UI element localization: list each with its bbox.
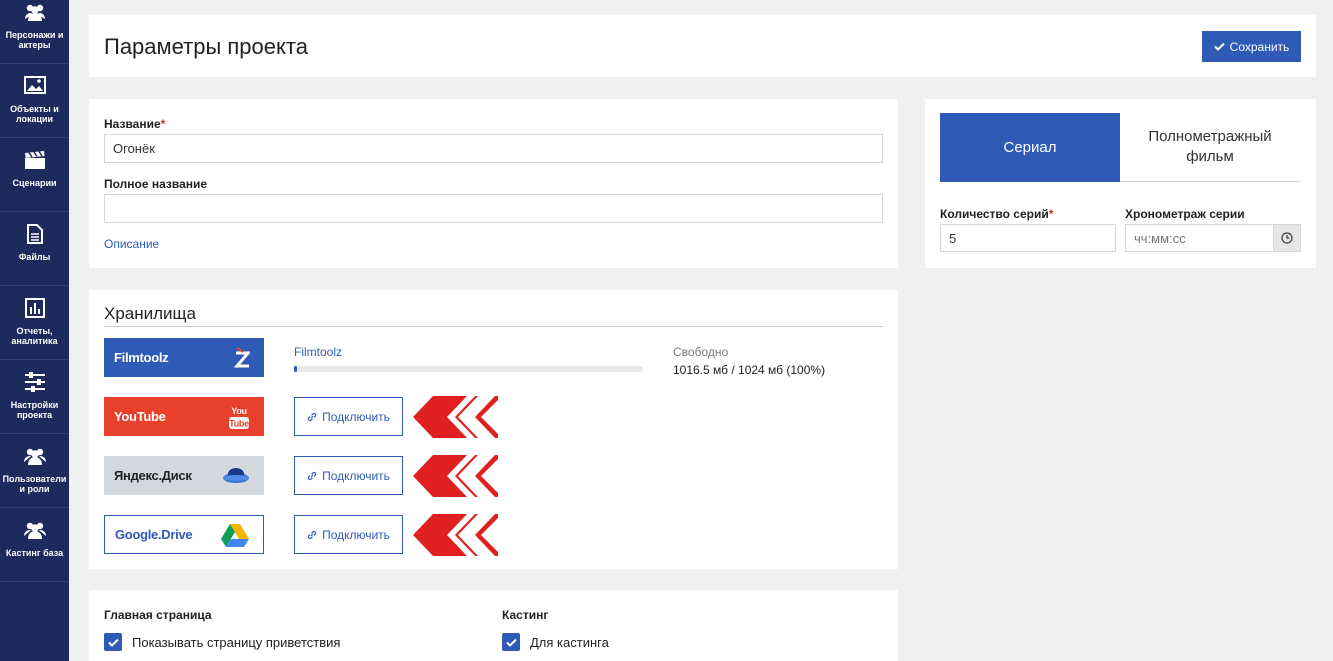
settings-card: Главная страница Показывать страницу при… — [89, 590, 898, 661]
sidebar-item-reports[interactable]: Отчеты, аналитика — [0, 286, 69, 360]
image-icon — [0, 76, 69, 98]
show-welcome-label: Показывать страницу приветствия — [132, 635, 341, 650]
for-casting-label: Для кастинга — [530, 635, 609, 650]
sidebar-item-users[interactable]: Пользователи и роли — [0, 434, 69, 508]
show-welcome-checkbox[interactable] — [104, 633, 122, 651]
service-name: Filmtoolz — [114, 350, 169, 365]
duration-input[interactable] — [1125, 224, 1274, 252]
users-icon — [0, 2, 69, 24]
clock-icon — [1281, 232, 1293, 244]
free-space-label: Свободно — [673, 345, 729, 359]
name-input[interactable] — [104, 134, 883, 163]
google-drive-icon — [221, 523, 249, 547]
tab-series[interactable]: Сериал — [940, 113, 1120, 182]
youtube-logo-icon: You Tube — [229, 406, 249, 429]
connect-label: Подключить — [322, 468, 390, 483]
yandex-disk-icon — [223, 467, 249, 483]
save-button[interactable]: Сохранить — [1202, 31, 1301, 62]
save-button-label: Сохранить — [1229, 39, 1290, 54]
check-icon — [505, 638, 517, 647]
connect-yandex-button[interactable]: Подключить — [294, 456, 403, 495]
clock-button[interactable] — [1273, 224, 1301, 252]
project-info-card: Название* Полное название Описание — [89, 99, 898, 268]
svg-text:You: You — [231, 406, 246, 416]
divider — [104, 326, 883, 327]
sidebar-item-label: Сценарии — [12, 178, 57, 188]
connect-google-button[interactable]: Подключить — [294, 515, 403, 554]
chart-icon — [0, 298, 69, 320]
users-icon — [0, 446, 69, 468]
duration-label: Хронометраж серии — [1125, 207, 1245, 221]
check-icon — [107, 638, 119, 647]
storage-usage-bar — [294, 366, 643, 372]
page-title: Параметры проекта — [104, 34, 308, 59]
check-icon — [1213, 42, 1225, 51]
sidebar-item-label: Отчеты, аналитика — [11, 326, 58, 346]
sidebar-item-settings[interactable]: Настройки проекта — [0, 360, 69, 434]
for-casting-checkbox[interactable] — [502, 633, 520, 651]
arrow-pointer-icon — [413, 514, 498, 556]
sidebar: Персонажи и актеры Объекты и локации Сце… — [0, 0, 69, 661]
free-space-value: 1016.5 мб / 1024 мб (100%) — [673, 363, 826, 377]
sidebar-item-label: Кастинг база — [5, 548, 64, 558]
full-name-label: Полное название — [104, 177, 208, 191]
youtube-service[interactable]: YouTube You Tube — [104, 397, 264, 436]
svg-text:Tube: Tube — [229, 418, 249, 428]
description-link[interactable]: Описание — [104, 237, 159, 251]
project-type-card: Сериал Полнометражный фильм Количество с… — [925, 99, 1316, 268]
tab-feature-film[interactable]: Полнометражный фильм — [1120, 113, 1300, 182]
sidebar-item-objects[interactable]: Объекты и локации — [0, 64, 69, 138]
service-name: Google.Drive — [115, 527, 193, 542]
service-name: Яндекс.Диск — [114, 468, 192, 483]
arrow-pointer-icon — [413, 396, 498, 438]
link-icon — [307, 471, 317, 480]
sidebar-item-label: Настройки проекта — [10, 400, 59, 420]
yandex-disk-service[interactable]: Яндекс.Диск — [104, 456, 264, 495]
service-name: YouTube — [114, 409, 166, 424]
page-header: Параметры проекта Сохранить — [89, 15, 1316, 77]
sidebar-item-files[interactable]: Файлы — [0, 212, 69, 286]
storage-usage-fill — [294, 366, 297, 372]
arrow-pointer-icon — [413, 455, 498, 497]
sidebar-item-scenarios[interactable]: Сценарии — [0, 138, 69, 212]
file-icon — [0, 224, 69, 246]
filmtoolz-storage-name: Filmtoolz — [294, 345, 343, 359]
google-drive-service[interactable]: Google.Drive — [104, 515, 264, 554]
main-page-label: Главная страница — [104, 608, 212, 622]
episodes-label: Количество серий* — [940, 207, 1054, 221]
sliders-icon — [0, 372, 69, 394]
link-icon — [307, 530, 317, 539]
filmtoolz-logo-icon — [234, 346, 250, 367]
connect-label: Подключить — [322, 527, 390, 542]
name-label: Название* — [104, 117, 166, 131]
connect-label: Подключить — [322, 409, 390, 424]
episodes-input[interactable] — [940, 224, 1116, 252]
full-name-input[interactable] — [104, 194, 883, 223]
storage-card: Хранилища Filmtoolz Filmtoolz Свободно 1… — [89, 290, 898, 569]
casting-label: Кастинг — [502, 608, 549, 622]
sidebar-item-label: Пользователи и роли — [2, 474, 67, 494]
sidebar-item-label: Объекты и локации — [10, 104, 59, 124]
sidebar-item-characters[interactable]: Персонажи и актеры — [0, 0, 69, 64]
sidebar-item-casting[interactable]: Кастинг база — [0, 508, 69, 582]
users-icon — [0, 520, 69, 542]
sidebar-item-label: Файлы — [18, 252, 51, 262]
filmtoolz-service[interactable]: Filmtoolz — [104, 338, 264, 377]
link-icon — [307, 412, 317, 421]
storage-title: Хранилища — [104, 304, 196, 323]
clapperboard-icon — [0, 150, 69, 172]
connect-youtube-button[interactable]: Подключить — [294, 397, 403, 436]
sidebar-item-label: Персонажи и актеры — [5, 30, 64, 50]
